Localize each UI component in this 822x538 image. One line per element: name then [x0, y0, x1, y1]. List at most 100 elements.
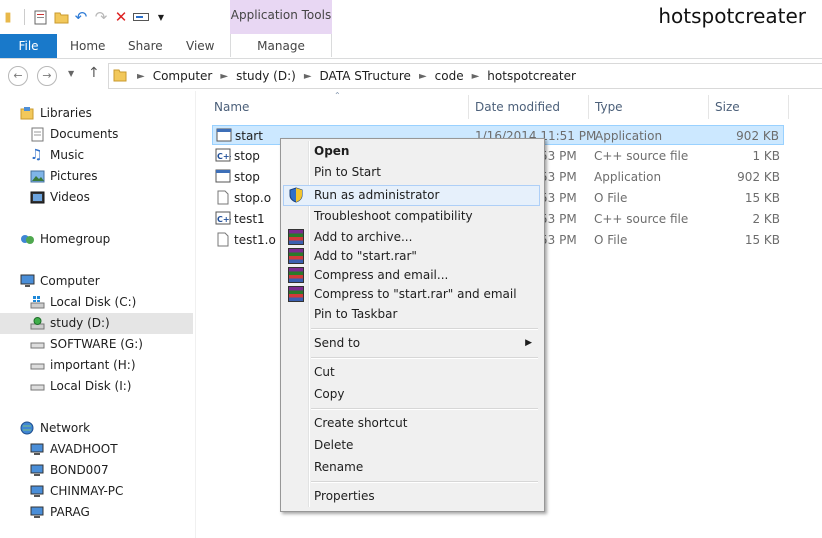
application-icon [215, 169, 231, 183]
menu-item-pin-to-start[interactable]: Pin to Start [283, 162, 540, 183]
menu-label: Troubleshoot compatibility [314, 209, 473, 223]
breadcrumb-computer[interactable]: Computer [151, 69, 215, 83]
computer-icon [20, 274, 35, 287]
menu-item-send-to[interactable]: Send to ▶ [283, 333, 540, 354]
forward-icon[interactable]: → [37, 66, 57, 86]
nav-parag[interactable]: PARAG [30, 502, 90, 523]
nav-pictures[interactable]: Pictures [30, 166, 98, 187]
menu-item-properties[interactable]: Properties [283, 486, 540, 507]
file-type: Application [594, 170, 662, 184]
breadcrumb-code[interactable]: code [433, 69, 466, 83]
file-type: O File [594, 233, 628, 247]
nav-network[interactable]: Network [20, 418, 90, 439]
delete-icon[interactable]: ✕ [113, 8, 129, 26]
nav-important-h[interactable]: important (H:) [30, 355, 136, 376]
breadcrumb-study-d[interactable]: study (D:) [234, 69, 298, 83]
nav-chinmay-pc[interactable]: CHINMAY-PC [30, 481, 123, 502]
drive-icon [30, 363, 45, 370]
breadcrumb-hotspotcreater[interactable]: hotspotcreater [485, 69, 578, 83]
file-date: 53 PM [540, 212, 577, 226]
context-menu: Open Pin to Start Run as administrator T… [280, 138, 545, 512]
nav-documents[interactable]: Documents [30, 124, 118, 145]
menu-item-troubleshoot-compatibility[interactable]: Troubleshoot compatibility [283, 206, 540, 227]
breadcrumb-separator[interactable]: ► [298, 71, 318, 82]
network-computer-icon [30, 464, 44, 476]
menu-item-compress-and-email[interactable]: Compress and email... [283, 265, 540, 286]
new-folder-icon[interactable] [53, 9, 69, 25]
breadcrumb-separator[interactable]: ► [214, 71, 234, 82]
column-header-date[interactable]: Date modified [475, 100, 560, 114]
tab-file[interactable]: File [0, 34, 57, 58]
tab-share[interactable]: Share [128, 34, 163, 58]
menu-item-rename[interactable]: Rename [283, 457, 540, 478]
menu-label: Rename [314, 460, 364, 474]
nav-music[interactable]: ♫ Music [30, 145, 84, 166]
rename-icon[interactable] [133, 9, 149, 25]
tab-manage[interactable]: Manage [230, 34, 332, 57]
toolbar-divider [24, 9, 25, 25]
nav-study-d[interactable]: study (D:) [0, 313, 193, 334]
tab-home[interactable]: Home [70, 34, 105, 58]
menu-item-add-to-start-rar[interactable]: Add to "start.rar" [283, 246, 540, 267]
menu-item-pin-to-taskbar[interactable]: Pin to Taskbar [283, 304, 540, 325]
menu-item-run-as-administrator[interactable]: Run as administrator [283, 185, 540, 206]
nav-homegroup[interactable]: Homegroup [20, 229, 110, 250]
nav-avadhoot[interactable]: AVADHOOT [30, 439, 118, 460]
undo-icon[interactable]: ↶ [73, 8, 89, 26]
nav-libraries[interactable]: Libraries [20, 103, 92, 124]
nav-software-g[interactable]: SOFTWARE (G:) [30, 334, 143, 355]
folder-icon[interactable]: ▮ [0, 9, 16, 25]
menu-separator [311, 328, 538, 330]
column-divider[interactable] [468, 95, 469, 119]
file-type: O File [594, 191, 628, 205]
menu-item-open[interactable]: Open [283, 141, 540, 162]
column-divider[interactable] [788, 95, 789, 119]
nav-local-disk-c[interactable]: Local Disk (C:) [30, 292, 136, 313]
documents-icon [31, 127, 44, 142]
breadcrumb-separator: ► [137, 70, 145, 82]
menu-separator [311, 357, 538, 359]
menu-item-add-to-archive[interactable]: Add to archive... [283, 227, 540, 248]
breadcrumb-separator[interactable]: ► [413, 71, 433, 82]
column-header-name[interactable]: Name [214, 100, 249, 114]
cpp-file-icon: C++ [215, 211, 231, 225]
nav-label: PARAG [50, 505, 90, 519]
nav-bond007[interactable]: BOND007 [30, 460, 109, 481]
menu-item-cut[interactable]: Cut [283, 362, 540, 383]
breadcrumb-data-structure[interactable]: DATA STructure [318, 69, 413, 83]
menu-item-compress-to-rar-and-email[interactable]: Compress to "start.rar" and email [283, 284, 540, 305]
network-drive-icon [30, 317, 45, 330]
nav-label: AVADHOOT [50, 442, 118, 456]
column-header-size[interactable]: Size [715, 100, 740, 114]
nav-computer[interactable]: Computer [20, 271, 100, 292]
menu-item-create-shortcut[interactable]: Create shortcut [283, 413, 540, 434]
address-bar[interactable]: ► Computer ► study (D:) ► DATA STructure… [108, 63, 822, 89]
music-icon: ♫ [30, 147, 43, 163]
file-name: test1 [234, 212, 265, 226]
nav-videos[interactable]: Videos [30, 187, 90, 208]
column-header-type[interactable]: Type [595, 100, 623, 114]
submenu-arrow-icon: ▶ [525, 338, 532, 348]
menu-item-copy[interactable]: Copy [283, 384, 540, 405]
back-icon[interactable]: ← [8, 66, 28, 86]
customize-toolbar-icon[interactable]: ▼ [153, 9, 169, 25]
breadcrumb-separator[interactable]: ► [466, 71, 486, 82]
menu-item-delete[interactable]: Delete [283, 435, 540, 456]
tab-view[interactable]: View [186, 34, 214, 58]
column-divider[interactable] [708, 95, 709, 119]
winrar-icon [288, 229, 304, 245]
nav-local-disk-i[interactable]: Local Disk (I:) [30, 376, 131, 397]
properties-icon[interactable] [33, 9, 49, 25]
file-date: 53 PM [540, 191, 577, 205]
redo-icon[interactable]: ↷ [93, 8, 109, 26]
menu-label: Create shortcut [314, 416, 408, 430]
up-icon[interactable]: ↑ [88, 65, 100, 81]
nav-label: Homegroup [40, 232, 111, 246]
file-size: 1 KB [752, 149, 780, 163]
column-divider[interactable] [588, 95, 589, 119]
application-icon [216, 128, 232, 142]
homegroup-icon [21, 235, 34, 244]
winrar-icon [288, 248, 304, 264]
recent-locations-icon[interactable]: ▼ [68, 69, 74, 78]
nav-label: BOND007 [50, 463, 109, 477]
